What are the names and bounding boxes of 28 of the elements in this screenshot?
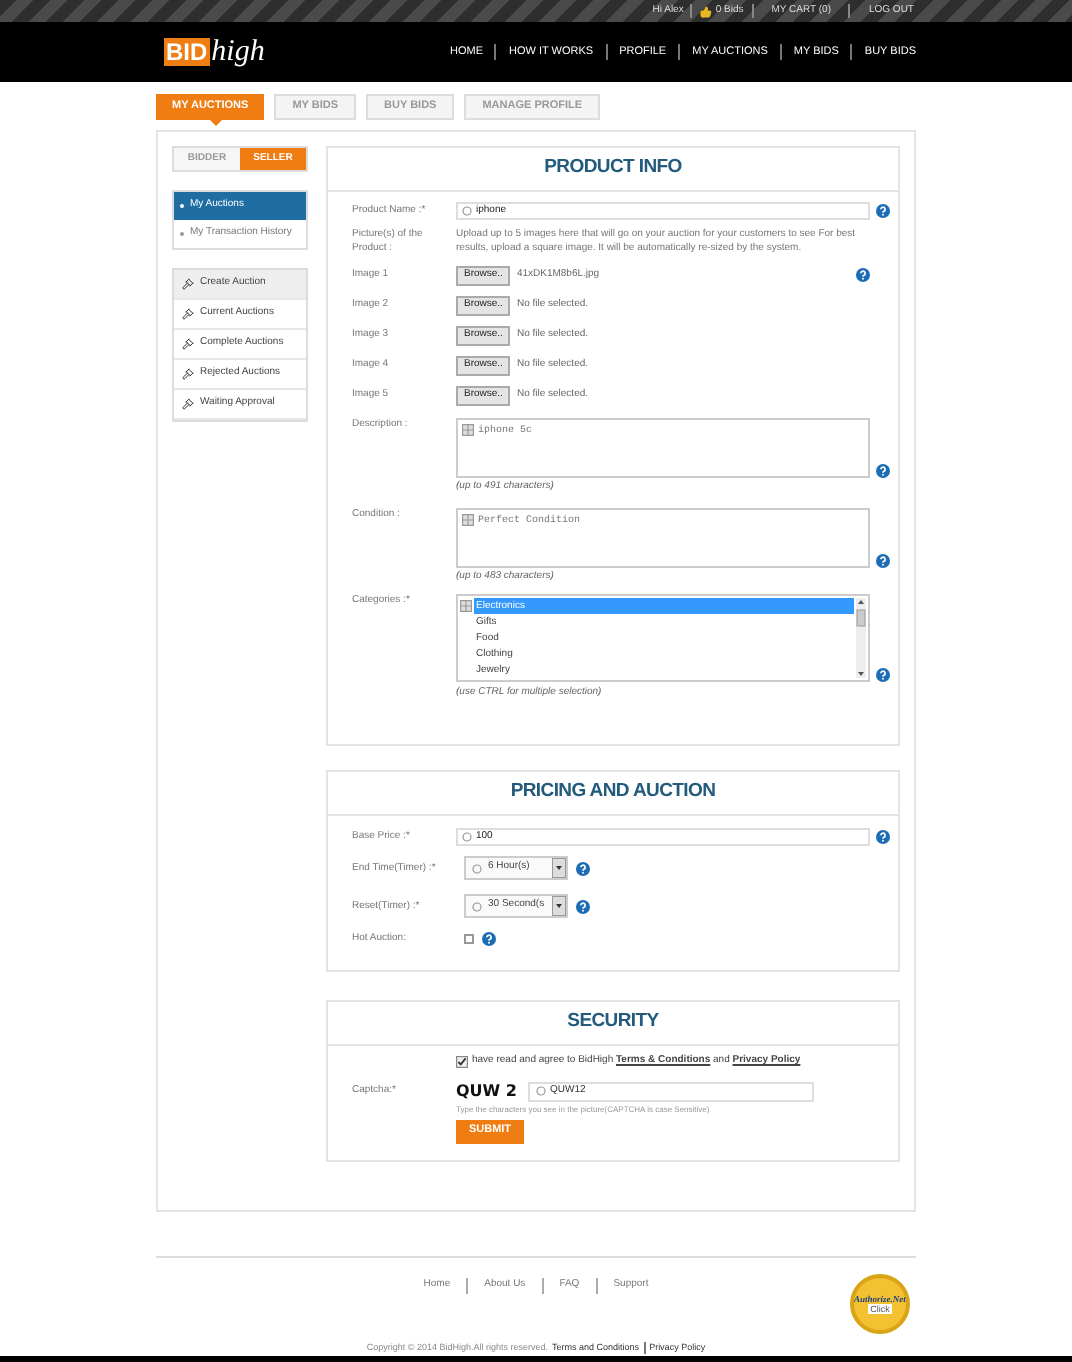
help-icon[interactable]	[856, 268, 870, 282]
section-title: PRODUCT INFO	[544, 154, 682, 183]
dropdown-arrow-icon[interactable]	[552, 896, 566, 916]
bids-icon	[699, 5, 712, 17]
gavel-icon	[182, 368, 194, 380]
gavel-icon	[182, 278, 194, 290]
captcha-image: QUW 2	[456, 1079, 519, 1103]
grid-icon	[462, 424, 474, 436]
help-icon[interactable]	[876, 464, 890, 478]
help-icon[interactable]	[876, 668, 890, 682]
scrollbar-drawing	[856, 598, 866, 678]
help-icon[interactable]	[482, 932, 496, 946]
agree-checkbox[interactable]	[456, 1055, 468, 1068]
grid-icon	[462, 513, 474, 525]
site-logo[interactable]: BID high	[164, 38, 265, 66]
help-icon[interactable]	[876, 553, 890, 567]
section-title: PRICING AND AUCTION	[510, 778, 716, 807]
help-icon[interactable]	[876, 204, 890, 218]
help-icon[interactable]	[576, 861, 590, 875]
gavel-icon	[182, 308, 194, 320]
gavel-icon	[182, 398, 194, 410]
dropdown-arrow-icon[interactable]	[552, 858, 566, 878]
hot-auction-checkbox[interactable]	[464, 934, 474, 944]
section-title: SECURITY	[567, 1008, 659, 1037]
gavel-icon	[182, 338, 194, 350]
help-icon[interactable]	[876, 830, 890, 844]
grid-icon	[460, 600, 472, 612]
help-icon[interactable]	[576, 899, 590, 913]
